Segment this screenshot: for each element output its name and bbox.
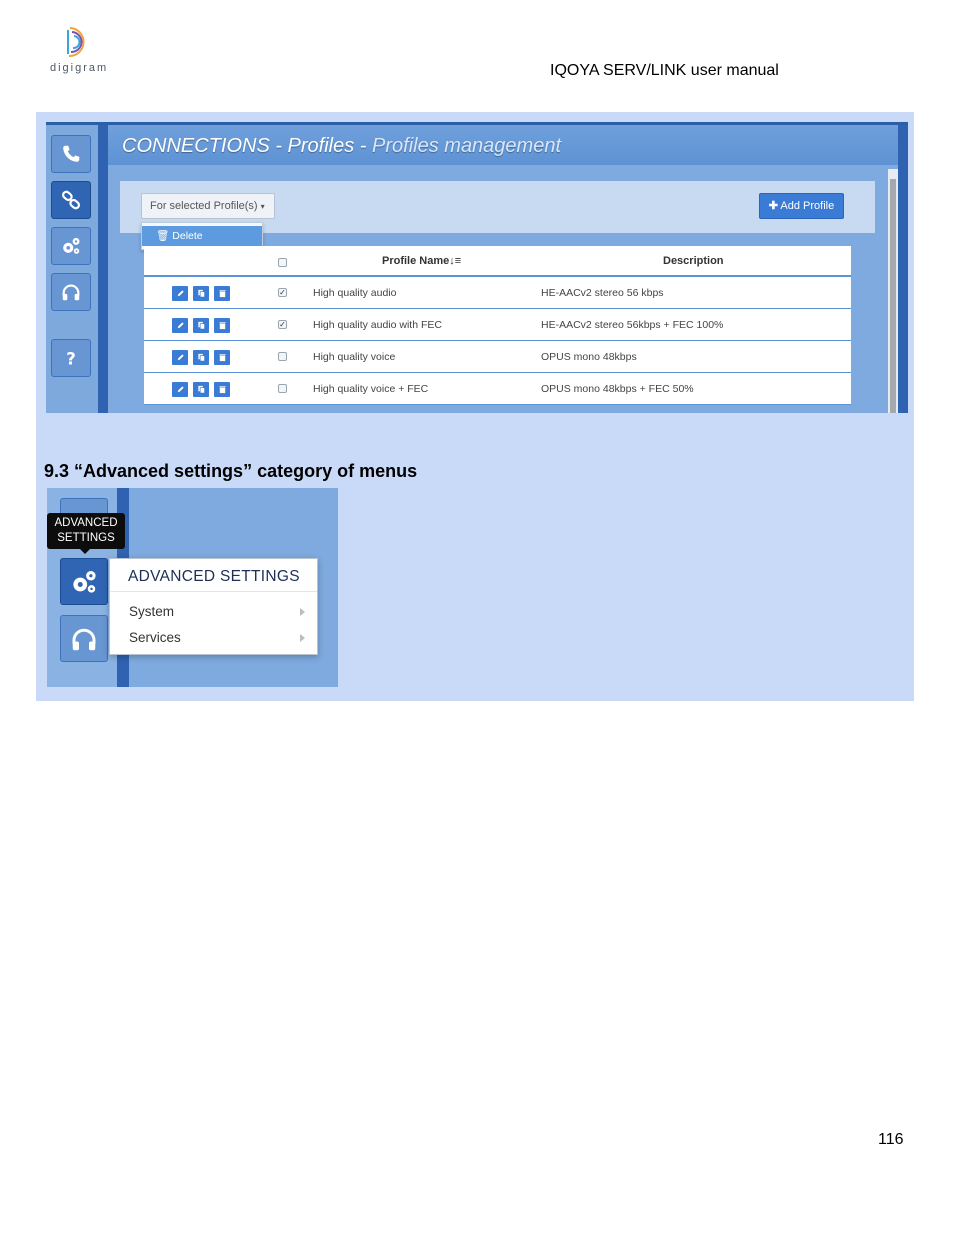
row-checkbox[interactable] xyxy=(278,352,287,361)
chevron-right-icon xyxy=(300,634,305,642)
scrollbar-thumb[interactable] xyxy=(890,179,896,413)
delete-button[interactable] xyxy=(214,286,230,301)
copy-icon xyxy=(197,385,205,394)
tooltip-line-2: SETTINGS xyxy=(57,532,115,544)
profile-name-cell: High quality audio with FEC xyxy=(313,319,442,331)
copy-button[interactable] xyxy=(193,286,209,301)
row-checkbox[interactable] xyxy=(278,384,287,393)
link-icon xyxy=(61,190,81,210)
page-title-sub: Profiles management xyxy=(372,135,562,157)
add-profile-label: Add Profile xyxy=(780,200,835,212)
copy-icon xyxy=(197,353,205,362)
profiles-management-screenshot: ? CONNECTIONS - Profiles - Profiles mana… xyxy=(46,122,908,413)
page-title: CONNECTIONS - Profiles - Profiles manage… xyxy=(122,135,561,158)
trash-icon xyxy=(218,290,226,298)
tooltip-line-1: ADVANCED xyxy=(54,517,118,529)
plus-icon: ✚ xyxy=(768,200,778,212)
trash-icon: 🗑 xyxy=(156,230,170,242)
description-cell: HE-AACv2 stereo 56kbps + FEC 100% xyxy=(541,319,724,331)
delete-button[interactable] xyxy=(214,350,230,365)
copy-button[interactable] xyxy=(193,350,209,365)
sidebar-connections-button[interactable] xyxy=(51,135,91,173)
advanced-settings-screenshot: ADVANCED SETTINGS ADVANCED SETTINGS Syst… xyxy=(47,488,338,687)
select-all-checkbox[interactable] xyxy=(278,258,287,267)
document-title: IQOYA SERV/LINK user manual xyxy=(550,62,779,79)
edit-button[interactable] xyxy=(172,286,188,301)
headphones-icon xyxy=(72,628,96,650)
copy-icon xyxy=(197,289,205,298)
profile-name-cell: High quality voice + FEC xyxy=(313,383,429,395)
delete-label: Delete xyxy=(172,230,203,242)
digigram-logo-icon xyxy=(67,27,85,58)
sort-icon: ↓≡ xyxy=(449,255,462,267)
table-row[interactable]: ✓ High quality audio HE-AACv2 stereo 56 kb… xyxy=(144,277,851,309)
delete-button[interactable] xyxy=(214,382,230,397)
trash-icon xyxy=(218,354,226,362)
menu-item-system[interactable]: System xyxy=(129,604,174,619)
profile-name-cell: High quality voice xyxy=(313,351,396,363)
column-header-profile-name[interactable]: Profile Name↓≡ xyxy=(382,255,461,267)
sidebar-profiles-button[interactable] xyxy=(51,181,91,219)
sidebar-monitoring-button[interactable] xyxy=(51,273,91,311)
gears-icon xyxy=(63,237,80,254)
advanced-settings-tooltip: ADVANCED SETTINGS xyxy=(47,513,125,554)
delete-menu-item[interactable]: 🗑 Delete xyxy=(142,226,262,246)
edit-icon xyxy=(177,386,184,393)
copy-button[interactable] xyxy=(193,382,209,397)
scrollbar[interactable] xyxy=(888,169,898,413)
description-cell: OPUS mono 48kbps + FEC 50% xyxy=(541,383,694,395)
sidebar: ? xyxy=(46,125,98,413)
description-cell: HE-AACv2 stereo 56 kbps xyxy=(541,287,664,299)
add-profile-button[interactable]: ✚ Add Profile xyxy=(759,193,844,219)
sidebar-advanced-settings-button[interactable] xyxy=(60,558,108,605)
question-icon: ? xyxy=(66,349,76,368)
edit-icon xyxy=(177,290,184,297)
right-border xyxy=(898,125,908,413)
headphones-icon xyxy=(62,284,80,301)
section-title: 9.3 “Advanced settings” category of menu… xyxy=(44,461,418,481)
description-cell: OPUS mono 48kbps xyxy=(541,351,637,363)
for-selected-profiles-dropdown[interactable]: For selected Profile(s) ▾ xyxy=(141,193,275,219)
trash-icon xyxy=(218,322,226,330)
table-row[interactable]: ✓ High quality audio with FEC HE-AACv2 ste… xyxy=(144,309,851,341)
table-header: Profile Name↓≡ Description xyxy=(144,246,851,277)
for-selected-label: For selected Profile(s) xyxy=(150,200,258,212)
edit-button[interactable] xyxy=(172,382,188,397)
column-header-description[interactable]: Description xyxy=(663,255,724,267)
row-checkbox[interactable]: ✓ xyxy=(278,288,287,297)
svg-text:?: ? xyxy=(66,349,76,368)
row-checkbox[interactable]: ✓ xyxy=(278,320,287,329)
delete-button[interactable] xyxy=(214,318,230,333)
logo-text: digigram xyxy=(50,62,109,74)
gears-icon xyxy=(73,570,96,593)
advanced-settings-menu: ADVANCED SETTINGS System Services xyxy=(109,558,318,655)
page-titlebar: CONNECTIONS - Profiles - Profiles manage… xyxy=(108,125,898,165)
menu-divider xyxy=(110,591,317,592)
profile-name-header-label: Profile Name xyxy=(382,255,450,267)
tooltip-arrow xyxy=(80,549,90,554)
phone-icon xyxy=(63,145,80,162)
sidebar-help-button[interactable]: ? xyxy=(51,339,91,377)
page-number: 116 xyxy=(878,1131,904,1148)
sidebar-monitoring-button[interactable] xyxy=(60,615,108,662)
menu-title: ADVANCED SETTINGS xyxy=(128,568,300,585)
page-title-main: CONNECTIONS - Profiles - xyxy=(122,135,373,157)
copy-button[interactable] xyxy=(193,318,209,333)
caret-down-icon: ▾ xyxy=(260,202,265,211)
edit-button[interactable] xyxy=(172,350,188,365)
menu-item-services[interactable]: Services xyxy=(129,630,181,645)
table-row[interactable]: High quality voice + FEC OPUS mono 48kbps… xyxy=(144,373,851,405)
sidebar-edge xyxy=(98,125,108,413)
edit-icon xyxy=(177,354,184,361)
sidebar-advanced-settings-button[interactable] xyxy=(51,227,91,265)
table-row[interactable]: High quality voice OPUS mono 48kbps xyxy=(144,341,851,373)
chevron-right-icon xyxy=(300,608,305,616)
trash-icon xyxy=(218,386,226,394)
edit-icon xyxy=(177,322,184,329)
edit-button[interactable] xyxy=(172,318,188,333)
profiles-table: Profile Name↓≡ Description ✓ High quality… xyxy=(144,246,851,405)
profile-name-cell: High quality audio xyxy=(313,287,397,299)
copy-icon xyxy=(197,321,205,330)
